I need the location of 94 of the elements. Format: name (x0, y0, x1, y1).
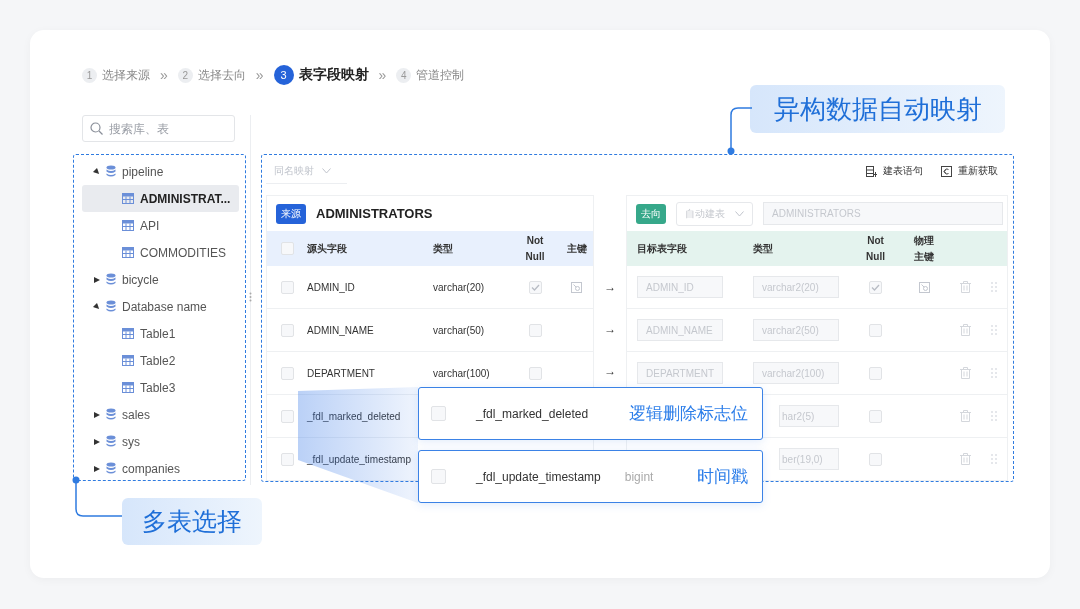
table-plus-icon (866, 165, 877, 177)
database-icon (106, 300, 116, 313)
database-icon (106, 408, 116, 421)
trash-icon (959, 367, 971, 379)
column-header: 类型 (753, 241, 774, 256)
chevron-separator: » (160, 67, 168, 83)
chevron-separator: » (378, 67, 387, 83)
trash-icon (959, 281, 971, 293)
mapping-arrow: → (604, 364, 617, 378)
table-icon (122, 220, 134, 231)
row-checkbox[interactable] (280, 323, 294, 337)
table-cell: varchar(100) (433, 367, 490, 379)
tree-item[interactable]: sales (82, 401, 239, 428)
not-null-checkbox[interactable] (528, 366, 542, 380)
table-icon (122, 382, 134, 393)
table-icon (122, 247, 134, 258)
table-icon (122, 193, 134, 204)
drag-handle-icon (990, 454, 997, 464)
tree-item[interactable]: bicycle (82, 266, 239, 293)
search-field[interactable]: 搜索库、表 (82, 115, 235, 142)
field-name: _fdl_update_timestamp (476, 469, 601, 484)
chevron-separator: » (255, 67, 264, 83)
not-null-checkbox[interactable] (869, 409, 883, 423)
table-cell: varchar(50) (433, 324, 485, 336)
column-header: 目标表字段 (637, 241, 688, 256)
tree-item[interactable]: Table2 (82, 347, 239, 374)
field-type: bigint (624, 469, 654, 484)
tree-item[interactable]: companies (82, 455, 239, 482)
chevron-down-icon (735, 210, 745, 217)
search-icon (90, 122, 103, 135)
column-header: 类型 (433, 241, 453, 256)
step-item[interactable]: 1 选择来源 (82, 66, 150, 84)
table-cell: ADMIN_ID (307, 281, 355, 293)
tree-item[interactable]: COMMODITIES (82, 239, 239, 266)
not-null-checkbox[interactable] (528, 280, 542, 294)
trash-icon (959, 324, 971, 336)
trash-icon (959, 453, 971, 465)
table-cell: _fdl_marked_deleted (307, 410, 401, 422)
tree-item[interactable]: pipeline (82, 158, 239, 185)
table-cell: DEPARTMENT (307, 367, 375, 379)
table-icon (122, 328, 134, 339)
table-cell: ADMIN_NAME (307, 324, 374, 336)
step-item[interactable]: 2 选择去向 (177, 66, 246, 84)
drag-handle-icon (990, 282, 997, 292)
tree-item[interactable]: Table3 (82, 374, 239, 401)
tree-item[interactable]: API (82, 212, 239, 239)
row-checkbox[interactable] (431, 469, 446, 484)
tree-item[interactable]: Database name (82, 293, 239, 320)
not-null-checkbox[interactable] (869, 452, 883, 466)
row-checkbox[interactable] (431, 406, 446, 421)
target-badge: 去向 (636, 203, 667, 224)
drag-handle-icon (990, 411, 997, 421)
source-badge: 来源 (276, 203, 306, 224)
callout-label: 多表选择 (122, 498, 262, 545)
database-icon (106, 435, 116, 448)
chevron-down-icon (322, 168, 331, 174)
column-header: 主键 (565, 241, 588, 256)
refresh-icon (941, 165, 952, 177)
not-null-checkbox[interactable] (869, 280, 883, 294)
field-note: 时间戳 (697, 466, 748, 488)
field-note: 逻辑删除标志位 (629, 403, 748, 425)
not-null-checkbox[interactable] (869, 366, 883, 380)
column-header: 物理主键 (914, 233, 935, 264)
tree-item[interactable]: sys (82, 428, 239, 455)
row-checkbox[interactable] (280, 366, 294, 380)
not-null-checkbox[interactable] (869, 323, 883, 337)
table-name: ADMINISTRATORS (316, 206, 433, 221)
column-header: 源头字段 (307, 241, 347, 256)
database-icon (106, 165, 116, 178)
resize-handle-icon (249, 292, 252, 302)
row-checkbox[interactable] (280, 280, 294, 294)
mapping-arrow: → (604, 322, 617, 336)
drag-handle-icon (990, 325, 997, 335)
table-icon (122, 355, 134, 366)
field-name: _fdl_marked_deleted (476, 406, 589, 421)
step-item[interactable]: 4 管道控制 (396, 66, 465, 84)
table-cell: varchar(20) (433, 281, 485, 293)
drag-handle-icon (990, 368, 997, 378)
column-header: Not Null (865, 233, 886, 264)
tree-item[interactable]: Table1 (82, 320, 239, 347)
database-icon (106, 462, 116, 475)
mapping-arrow: → (604, 280, 617, 294)
not-null-checkbox[interactable] (528, 323, 542, 337)
trash-icon (959, 410, 971, 422)
column-header: Not Null (524, 233, 546, 264)
table-cell: _fdl_update_timestamp (307, 453, 411, 465)
refresh-button[interactable]: 重新获取 (941, 164, 998, 178)
row-checkbox[interactable] (280, 409, 294, 423)
step-item[interactable]: 3 表字段映射 (273, 65, 369, 85)
row-checkbox[interactable] (280, 452, 294, 466)
tree-item[interactable]: ADMINISTRAT... (82, 185, 239, 212)
create-statement-button[interactable]: 建表语句 (866, 164, 923, 178)
database-icon (106, 273, 116, 286)
callout-label: 异构数据自动映射 (750, 85, 1005, 133)
